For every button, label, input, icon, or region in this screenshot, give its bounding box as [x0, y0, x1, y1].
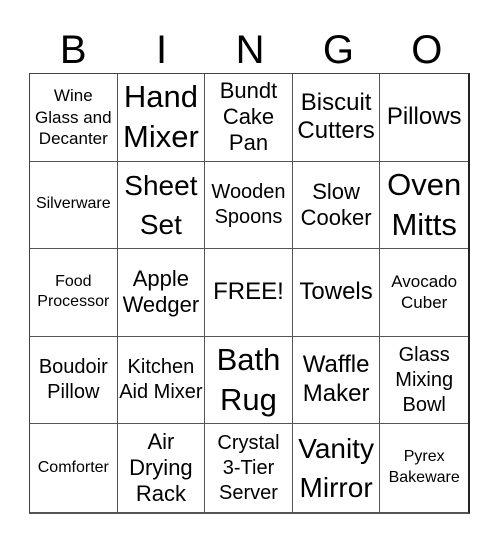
bingo-cell[interactable]: Waffle Maker — [292, 336, 381, 425]
bingo-cell[interactable]: Apple Wedger — [117, 249, 206, 337]
bingo-cell[interactable]: Bundt Cake Pan — [205, 74, 293, 162]
bingo-cell[interactable]: Bath Rug — [205, 336, 293, 425]
bingo-cell[interactable]: Pyrex Bakeware — [380, 424, 468, 512]
bingo-cell[interactable]: Kitchen Aid Mixer — [117, 336, 206, 425]
bingo-cell[interactable]: Boudoir Pillow — [30, 336, 118, 425]
bingo-cell[interactable]: Pillows — [380, 74, 468, 162]
bingo-cell[interactable]: Crystal 3-Tier Server — [205, 424, 293, 512]
bingo-cell[interactable]: Hand Mixer — [117, 74, 206, 162]
bingo-cell[interactable]: Towels — [292, 249, 381, 337]
bingo-cell[interactable]: Food Processor — [30, 249, 118, 337]
header-letter-o: O — [411, 28, 443, 72]
bingo-cell[interactable]: Slow Cooker — [292, 161, 381, 250]
bingo-cell[interactable]: Air Drying Rack — [118, 424, 206, 512]
bingo-cell[interactable]: Avocado Cuber — [380, 249, 468, 337]
bingo-cell[interactable]: Oven Mitts — [380, 162, 468, 250]
header-letter-b: B — [59, 28, 87, 72]
bingo-cell[interactable]: Glass Mixing Bowl — [380, 337, 468, 425]
bingo-cell[interactable]: Wooden Spoons — [205, 161, 293, 250]
bingo-cell[interactable]: Comforter — [30, 424, 118, 512]
bingo-header: B I N G O — [29, 28, 471, 73]
bingo-card: Wine Glass and Decanter Hand Mixer Bundt… — [29, 73, 470, 514]
bingo-cell[interactable]: Wine Glass and Decanter — [30, 74, 118, 162]
bingo-cell[interactable]: Vanity Mirror — [293, 424, 381, 512]
bingo-cell[interactable]: Biscuit Cutters — [292, 74, 381, 162]
free-space[interactable]: FREE! — [205, 249, 293, 337]
header-letter-g: G — [322, 28, 354, 72]
bingo-cell[interactable]: Sheet Set — [117, 161, 206, 250]
header-letter-i: I — [156, 28, 168, 72]
bingo-cell[interactable]: Silverware — [30, 161, 118, 250]
header-letter-n: N — [235, 28, 265, 72]
